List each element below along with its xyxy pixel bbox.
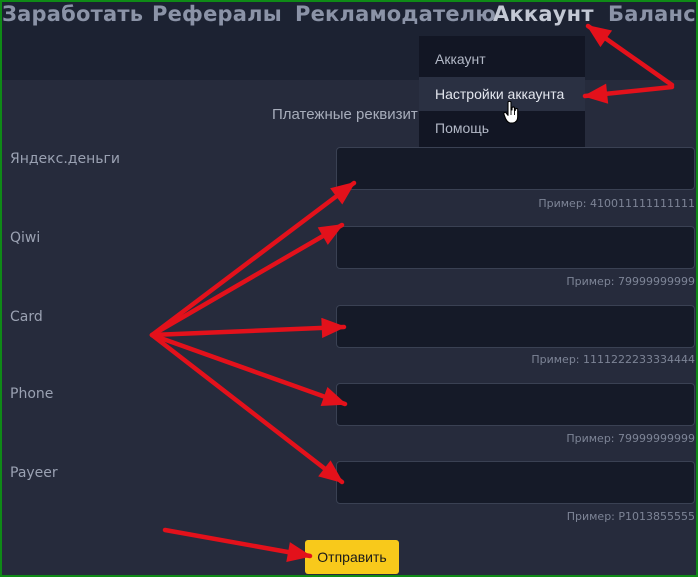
field-label-card: Card [10, 309, 43, 325]
arrow-to-qiwi-input [149, 222, 345, 338]
field-hint-payeer: Пример: P1013855555 [566, 510, 695, 523]
nav-item-balance[interactable]: Баланс [608, 2, 696, 26]
field-label-qiwi: Qiwi [10, 230, 41, 246]
dropdown-item-account[interactable]: Аккаунт [419, 42, 585, 76]
payeer-input[interactable] [336, 461, 695, 504]
dropdown-item-help[interactable]: Помощь [419, 111, 585, 145]
nav-item-advertiser[interactable]: Рекламодателю [295, 2, 496, 26]
hand-cursor-icon [503, 100, 519, 124]
yandex-money-input[interactable] [336, 147, 695, 190]
arrow-to-card-input [149, 317, 347, 339]
arrow-to-yandex-input [149, 180, 357, 338]
field-label-phone: Phone [10, 386, 54, 402]
field-label-yandex: Яндекс.деньги [10, 151, 120, 167]
field-hint-phone: Пример: 79999999999 [566, 432, 695, 445]
dropdown-item-account-settings[interactable]: Настройки аккаунта [419, 77, 585, 111]
payment-details-title: Платежные реквизит [272, 106, 418, 123]
arrow-to-payeer-input [149, 332, 345, 485]
field-hint-card: Пример: 1111222233334444 [531, 353, 695, 366]
arrow-to-submit-button [162, 527, 313, 563]
field-label-payeer: Payeer [10, 465, 58, 481]
nav-item-referrals[interactable]: Рефералы [152, 2, 282, 26]
arrow-to-account-settings [582, 83, 675, 104]
account-dropdown-menu: Аккаунт Настройки аккаунта Помощь [419, 36, 585, 147]
field-hint-yandex: Пример: 410011111111111 [538, 197, 695, 210]
arrow-to-phone-input [149, 332, 348, 407]
submit-button[interactable]: Отправить [305, 540, 399, 574]
card-input[interactable] [336, 305, 695, 348]
field-hint-qiwi: Пример: 79999999999 [566, 275, 695, 288]
nav-item-account[interactable]: Аккаунт [493, 2, 594, 26]
qiwi-input[interactable] [336, 226, 695, 269]
nav-item-earn[interactable]: Заработать [2, 2, 143, 26]
phone-input[interactable] [336, 383, 695, 426]
top-navbar: Заработать Рефералы Рекламодателю Аккаун… [0, 0, 698, 80]
